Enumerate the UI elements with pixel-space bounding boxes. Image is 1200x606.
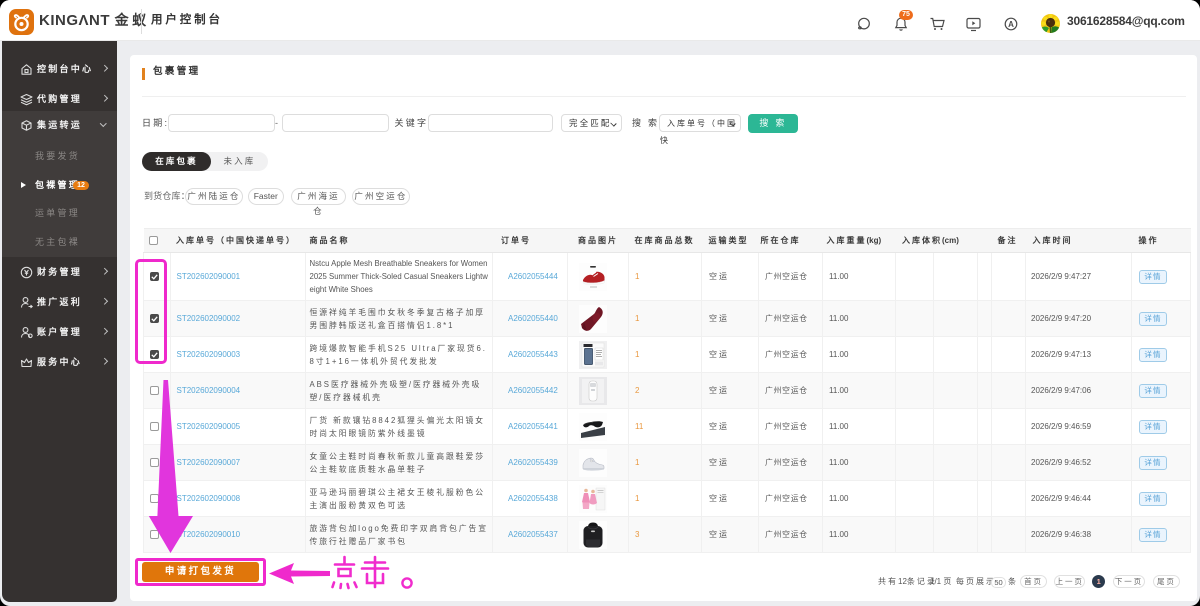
svg-text:A: A xyxy=(1008,19,1014,28)
